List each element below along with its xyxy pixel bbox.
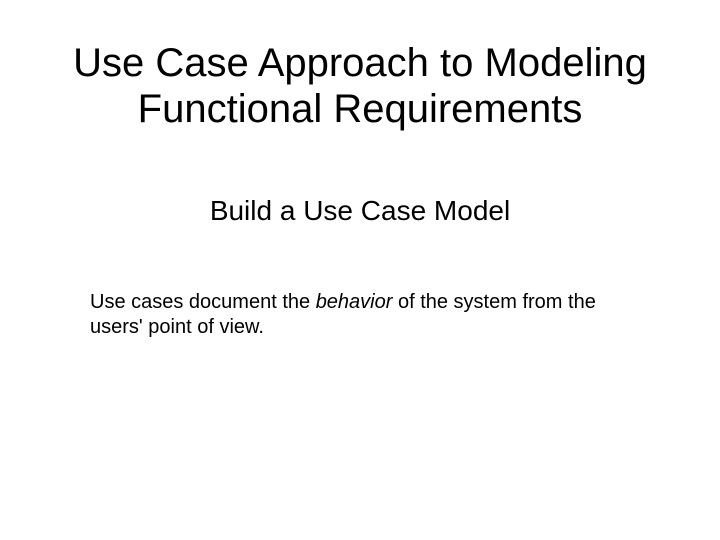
slide-title: Use Case Approach to Modeling Functional… [0,40,720,132]
title-line-2: Functional Requirements [138,87,583,131]
body-text-pre: Use cases document the [90,291,316,313]
body-text-emphasis: behavior [316,291,393,313]
slide-subtitle: Build a Use Case Model [0,195,720,227]
slide-body: Use cases document the behavior of the s… [90,290,650,340]
slide: Use Case Approach to Modeling Functional… [0,0,720,540]
title-line-1: Use Case Approach to Modeling [73,41,647,85]
